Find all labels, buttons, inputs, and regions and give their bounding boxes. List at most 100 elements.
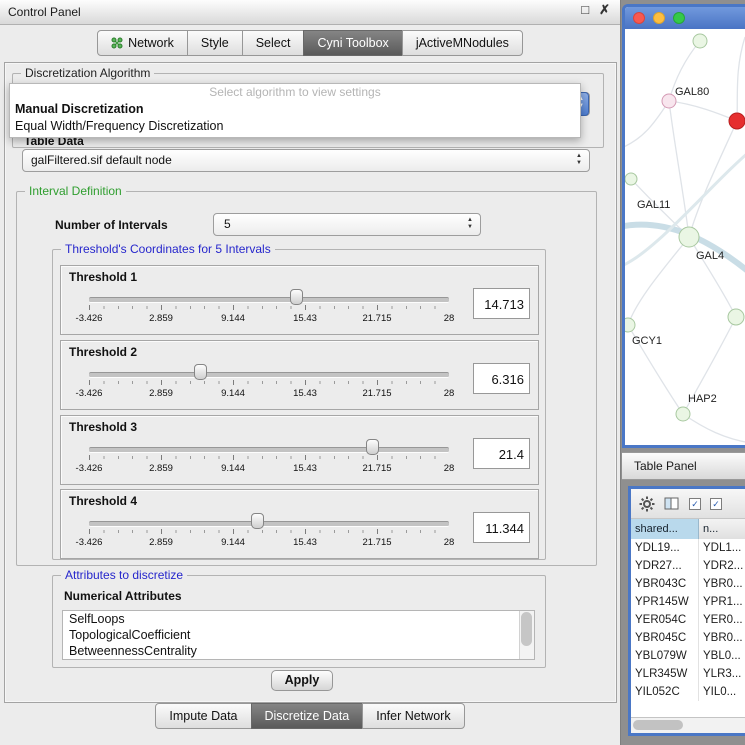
table-cell: YIL052C xyxy=(631,683,699,701)
threshold-1-slider[interactable]: -3.4262.8599.14415.4321.71528 xyxy=(89,288,449,330)
threshold-4-slider[interactable]: -3.4262.8599.14415.4321.71528 xyxy=(89,512,449,554)
slider-tick-label: 15.43 xyxy=(293,388,317,399)
table-row[interactable]: YDR27...YDR2... xyxy=(631,557,745,575)
list-vertical-scrollbar[interactable] xyxy=(519,611,534,659)
table-row[interactable]: YBR043CYBR0... xyxy=(631,575,745,593)
tab-discretize-data[interactable]: Discretize Data xyxy=(251,703,364,729)
slider-track[interactable] xyxy=(89,447,449,453)
slider-thumb[interactable] xyxy=(251,513,264,529)
table-horizontal-scrollbar[interactable] xyxy=(631,717,745,733)
slider-major-ticks xyxy=(89,529,449,534)
numerical-attribute-item[interactable]: BetweennessCentrality xyxy=(63,643,534,659)
table-row[interactable]: YBR045CYBR0... xyxy=(631,629,745,647)
algorithm-option-manual[interactable]: Manual Discretization xyxy=(10,101,580,118)
slider-track[interactable] xyxy=(89,372,449,378)
numerical-attribute-item[interactable]: SelfLoops xyxy=(63,611,534,627)
float-window-icon[interactable]: □ xyxy=(581,2,589,18)
table-cell: YER0... xyxy=(699,611,745,629)
slider-scale: -3.4262.8599.14415.4321.71528 xyxy=(89,313,449,325)
slider-tick-label: 21.715 xyxy=(362,313,391,324)
slider-tick-label: 21.715 xyxy=(362,537,391,548)
threshold-label: Threshold 2 xyxy=(69,345,137,359)
table-cell: YDR2... xyxy=(699,557,745,575)
column-header-shared-name[interactable]: shared... xyxy=(631,519,699,539)
threshold-2-panel: Threshold 2 -3.4262.8599.14415.4321.7152… xyxy=(60,340,539,410)
table-row[interactable]: YDL19...YDL1... xyxy=(631,539,745,557)
network-node-gal80[interactable] xyxy=(662,94,676,108)
table-row[interactable]: YIL052CYIL0... xyxy=(631,683,745,701)
network-node-hap2[interactable] xyxy=(676,407,690,421)
gear-icon[interactable] xyxy=(639,496,655,512)
zoom-traffic-light[interactable] xyxy=(673,12,685,24)
slider-scale: -3.4262.8599.14415.4321.71528 xyxy=(89,463,449,475)
slider-tick-label: 21.715 xyxy=(362,388,391,399)
slider-thumb[interactable] xyxy=(194,364,207,380)
network-canvas[interactable]: GAL80 GAL11 GAL4 GCY1 HAP2 xyxy=(625,29,745,445)
threshold-2-slider[interactable]: -3.4262.8599.14415.4321.71528 xyxy=(89,363,449,405)
tab-impute-data[interactable]: Impute Data xyxy=(155,703,251,729)
algorithm-option-equal-width[interactable]: Equal Width/Frequency Discretization xyxy=(10,118,580,135)
control-panel-tab-bar: Network Style Select Cyni Toolbox jActiv… xyxy=(0,30,620,56)
network-node-selected[interactable] xyxy=(729,113,745,129)
network-node-gal4[interactable] xyxy=(679,227,699,247)
node-label-gal80: GAL80 xyxy=(675,86,709,98)
slider-tick-label: 2.859 xyxy=(149,388,173,399)
threshold-value-field[interactable]: 6.316 xyxy=(473,363,530,394)
tab-label: Network xyxy=(128,31,174,55)
table-cell: YER054C xyxy=(631,611,699,629)
network-node[interactable] xyxy=(693,34,707,48)
tab-jactivemnodules[interactable]: jActiveMNodules xyxy=(402,30,523,56)
slider-tick-label: -3.426 xyxy=(76,537,103,548)
select-all-checkbox-icon[interactable]: ✓ xyxy=(689,498,701,510)
apply-button[interactable]: Apply xyxy=(271,670,333,691)
network-node-gcy1[interactable] xyxy=(625,318,635,332)
slider-thumb[interactable] xyxy=(366,439,379,455)
threshold-value-field[interactable]: 11.344 xyxy=(473,512,530,543)
close-traffic-light[interactable] xyxy=(633,12,645,24)
close-window-icon[interactable]: ✗ xyxy=(599,2,610,18)
tab-network[interactable]: Network xyxy=(97,30,188,56)
dropdown-placeholder: Select algorithm to view settings xyxy=(10,84,580,101)
slider-major-ticks xyxy=(89,455,449,460)
node-label-gal11: GAL11 xyxy=(637,199,670,211)
network-node[interactable] xyxy=(728,309,744,325)
scrollbar-thumb[interactable] xyxy=(633,720,683,730)
numerical-attributes-label: Numerical Attributes xyxy=(64,589,182,603)
slider-thumb[interactable] xyxy=(290,289,303,305)
numerical-attribute-item[interactable]: TopologicalCoefficient xyxy=(63,627,534,643)
table-cell: YDR27... xyxy=(631,557,699,575)
window-title: Control Panel xyxy=(8,0,81,24)
table-panel-header: Table Panel xyxy=(622,452,745,480)
tab-infer-network[interactable]: Infer Network xyxy=(362,703,464,729)
numerical-attributes-list[interactable]: SelfLoopsTopologicalCoefficientBetweenne… xyxy=(62,610,535,660)
columns-icon[interactable] xyxy=(664,497,680,511)
slider-tick-label: 28 xyxy=(444,537,455,548)
threshold-label: Threshold 1 xyxy=(69,270,137,284)
column-header-name[interactable]: n... xyxy=(699,519,745,539)
threshold-3-slider[interactable]: -3.4262.8599.14415.4321.71528 xyxy=(89,438,449,480)
table-row[interactable]: YBL079WYBL0... xyxy=(631,647,745,665)
table-cell: YDL1... xyxy=(699,539,745,557)
tab-select[interactable]: Select xyxy=(242,30,305,56)
scrollbar-thumb[interactable] xyxy=(521,612,532,646)
table-row[interactable]: YLR345WYLR3... xyxy=(631,665,745,683)
slider-tick-label: -3.426 xyxy=(76,388,103,399)
threshold-label: Threshold 3 xyxy=(69,420,137,434)
slider-tick-label: 9.144 xyxy=(221,313,245,324)
select-column-checkbox-icon[interactable]: ✓ xyxy=(710,498,722,510)
tab-cyni-toolbox[interactable]: Cyni Toolbox xyxy=(303,30,402,56)
table-cell: YIL0... xyxy=(699,683,745,701)
network-node[interactable] xyxy=(625,173,637,185)
table-row[interactable]: YER054CYER0... xyxy=(631,611,745,629)
slider-track[interactable] xyxy=(89,521,449,527)
threshold-1-panel: Threshold 1 -3.4262.8599.14415.4321.7152… xyxy=(60,265,539,335)
threshold-value-field[interactable]: 14.713 xyxy=(473,288,530,319)
slider-track[interactable] xyxy=(89,297,449,303)
minimize-traffic-light[interactable] xyxy=(653,12,665,24)
table-cell: YLR345W xyxy=(631,665,699,683)
tab-style[interactable]: Style xyxy=(187,30,243,56)
table-data-combobox[interactable]: galFiltered.sif default node ▲▼ xyxy=(22,149,590,172)
threshold-value-field[interactable]: 21.4 xyxy=(473,438,530,469)
table-row[interactable]: YPR145WYPR1... xyxy=(631,593,745,611)
number-of-intervals-combobox[interactable]: 5 ▲▼ xyxy=(213,213,481,236)
